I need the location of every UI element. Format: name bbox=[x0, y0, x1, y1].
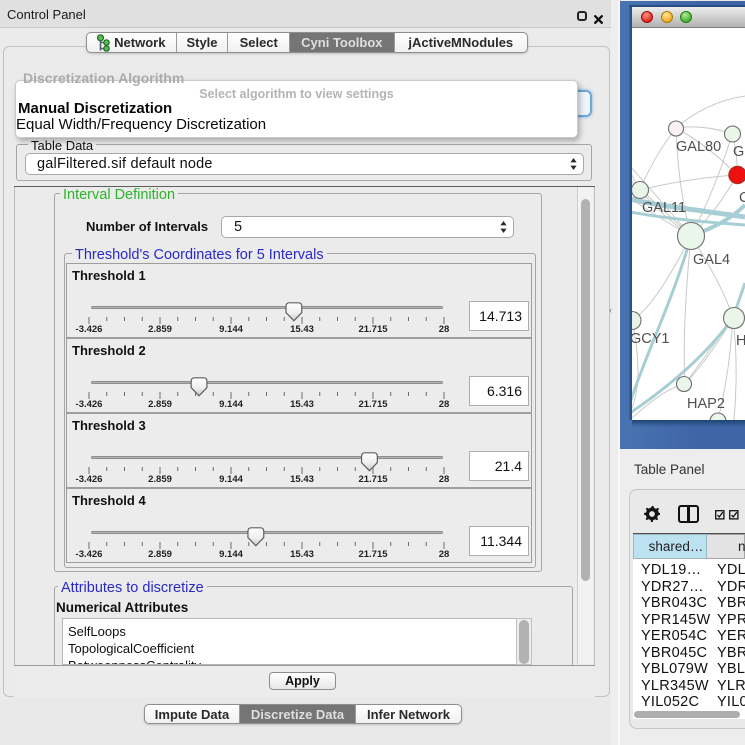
svg-text:GAL80: GAL80 bbox=[676, 139, 721, 155]
svg-text:GAL4: GAL4 bbox=[693, 252, 730, 268]
svg-text:H: H bbox=[736, 333, 745, 349]
svg-text:C: C bbox=[739, 190, 745, 206]
svg-text:GCY1: GCY1 bbox=[632, 331, 670, 347]
svg-text:GAL11: GAL11 bbox=[642, 200, 686, 216]
svg-text:G.: G. bbox=[733, 144, 745, 160]
svg-text:HAP2: HAP2 bbox=[687, 396, 725, 412]
